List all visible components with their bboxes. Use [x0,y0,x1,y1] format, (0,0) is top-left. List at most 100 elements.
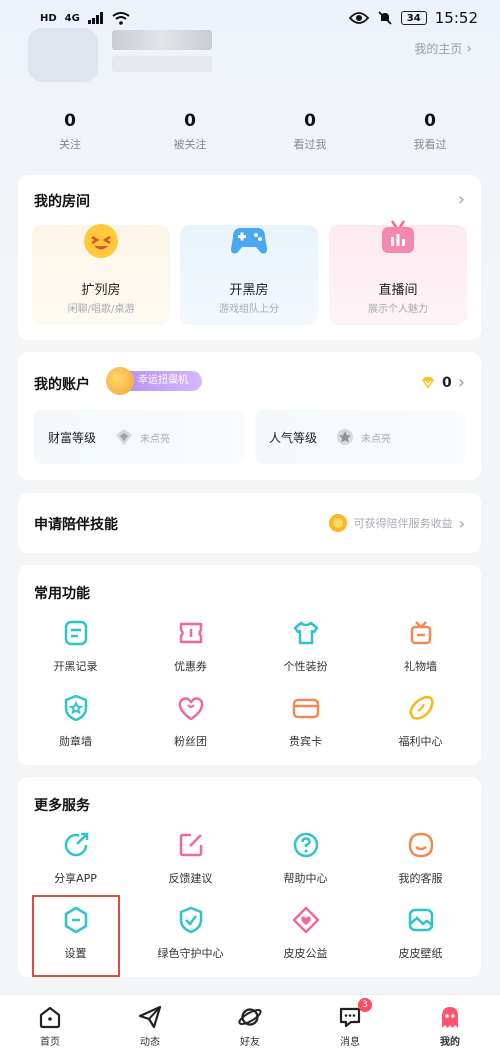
nav-friends[interactable]: 好友 [200,995,300,1051]
clock: 15:52 [434,9,478,27]
func-gift-wall[interactable]: 礼物墙 [363,618,478,674]
service-support[interactable]: 我的客服 [363,830,478,886]
gem-icon [422,376,435,389]
medal-icon [64,694,87,722]
record-icon [64,620,87,646]
stat-viewed[interactable]: 0 我看过 [380,110,480,158]
coin-balance[interactable]: 0 › [420,372,465,393]
room-game[interactable]: 开黑房 游戏组队上分 [180,225,318,325]
companion-skill-card[interactable]: 申请陪伴技能 可获得陪伴服务收益 › [18,493,481,553]
func-label: 优惠券 [174,660,207,673]
status-left: HD 4G [40,11,130,25]
stat-following[interactable]: 0 关注 [20,110,120,158]
room-name: 扩列房 [81,283,121,298]
planet-icon [238,1008,262,1026]
func-label: 勋章墙 [59,735,92,748]
help-icon [293,832,318,858]
service-help[interactable]: 帮助中心 [248,830,363,886]
chevron-right-icon: › [457,372,465,393]
func-dressup[interactable]: 个性装扮 [248,618,363,674]
service-guard-center[interactable]: 绿色守护中心 [133,905,248,961]
gacha-badge[interactable]: 幸运扭蛋机 [106,367,202,395]
mute-bell-icon [378,11,392,25]
message-count-badge: 3 [358,998,372,1012]
card-icon [292,698,319,719]
wallpaper-icon [408,908,433,932]
coin-count: 0 [442,374,452,391]
home-icon [39,1006,61,1029]
stat-followers[interactable]: 0 被关注 [140,110,240,158]
nav-feed[interactable]: 动态 [100,995,200,1051]
my-room-title: 我的房间 [34,194,90,210]
smile-face-icon [84,224,118,258]
stats-row: 0 关注 0 被关注 0 看过我 0 我看过 [0,110,500,158]
service-charity[interactable]: 皮皮公益 [248,905,363,961]
stat-value: 0 [304,111,316,131]
nav-label: 我的 [440,1037,460,1048]
more-services-title: 更多服务 [34,798,90,814]
stat-label: 被关注 [173,138,207,151]
service-label: 我的客服 [398,872,443,885]
service-label: 反馈建议 [168,872,213,885]
user-id-blurred [112,56,212,72]
room-chat[interactable]: 扩列房 闲聊/唱歌/桌游 [32,224,170,325]
gift-wall-icon [410,621,431,645]
func-label: 礼物墙 [404,660,437,673]
room-desc: 展示个人魅力 [368,304,428,315]
level-label: 人气等级 [269,431,318,445]
func-record[interactable]: 开黑记录 [18,618,133,674]
nav-messages[interactable]: 3 消息 [300,995,400,1051]
username-blurred [112,30,212,50]
charity-icon [292,906,319,934]
common-functions-title: 常用功能 [34,586,90,602]
common-functions-card: 常用功能 开黑记录 优惠券 个性装扮 礼物墙 勋章墙 粉丝团 贵宾卡 福利中心 [18,565,481,765]
chevron-right-icon[interactable]: › [458,189,465,210]
stat-value: 0 [184,111,196,131]
nav-label: 好友 [240,1037,260,1048]
service-wallpaper[interactable]: 皮皮壁纸 [363,905,478,961]
chevron-right-icon: › [458,513,465,533]
nav-mine[interactable]: 我的 [400,995,500,1051]
my-homepage-link[interactable]: 我的主页 › [414,40,472,57]
nav-label: 首页 [40,1037,60,1048]
my-account-title: 我的账户 [34,377,90,393]
nav-label: 动态 [140,1037,160,1048]
eye-icon [348,12,369,24]
ghost-icon [442,1007,458,1028]
func-fan-club[interactable]: 粉丝团 [133,693,248,749]
service-share[interactable]: 分享APP [18,830,133,886]
my-room-card: 我的房间 › 扩列房 闲聊/唱歌/桌游 开黑房 游戏组队上分 直播间 展示个人魅… [18,175,481,340]
func-welfare[interactable]: 福利中心 [363,693,478,749]
service-feedback[interactable]: 反馈建议 [133,830,248,886]
nav-home[interactable]: 首页 [0,995,100,1051]
func-vip-card[interactable]: 贵宾卡 [248,693,363,749]
service-label: 皮皮公益 [283,947,328,960]
heart-icon [178,697,203,721]
avatar[interactable] [28,28,98,82]
popularity-level-box[interactable]: 人气等级 未点亮 [255,410,465,464]
service-label: 绿色守护中心 [157,947,224,960]
companion-hint: 可获得陪伴服务收益 [353,517,453,530]
hd-indicator: HD [40,12,57,24]
shield-icon [179,906,202,934]
settings-highlight-frame [32,895,120,977]
coupon-icon [179,622,202,644]
wealth-badge-icon [116,429,132,445]
gacha-label: 幸运扭蛋机 [138,375,188,386]
my-homepage-label: 我的主页 [414,42,463,56]
tshirt-icon [293,621,318,645]
room-live[interactable]: 直播间 展示个人魅力 [329,220,467,325]
wealth-level-box[interactable]: 财富等级 未点亮 [34,410,244,464]
room-name: 直播间 [378,283,418,298]
service-icon [408,832,433,858]
room-desc: 游戏组队上分 [219,304,279,315]
network-indicator: 4G [64,12,80,24]
wifi-icon [112,11,130,25]
service-label: 帮助中心 [283,872,328,885]
func-coupon[interactable]: 优惠券 [133,618,248,674]
popularity-badge-icon [337,429,353,445]
func-medal-wall[interactable]: 勋章墙 [18,693,133,749]
level-value: 未点亮 [361,434,391,445]
battery-indicator: 34 [400,11,427,25]
stat-visitors[interactable]: 0 看过我 [260,110,360,158]
